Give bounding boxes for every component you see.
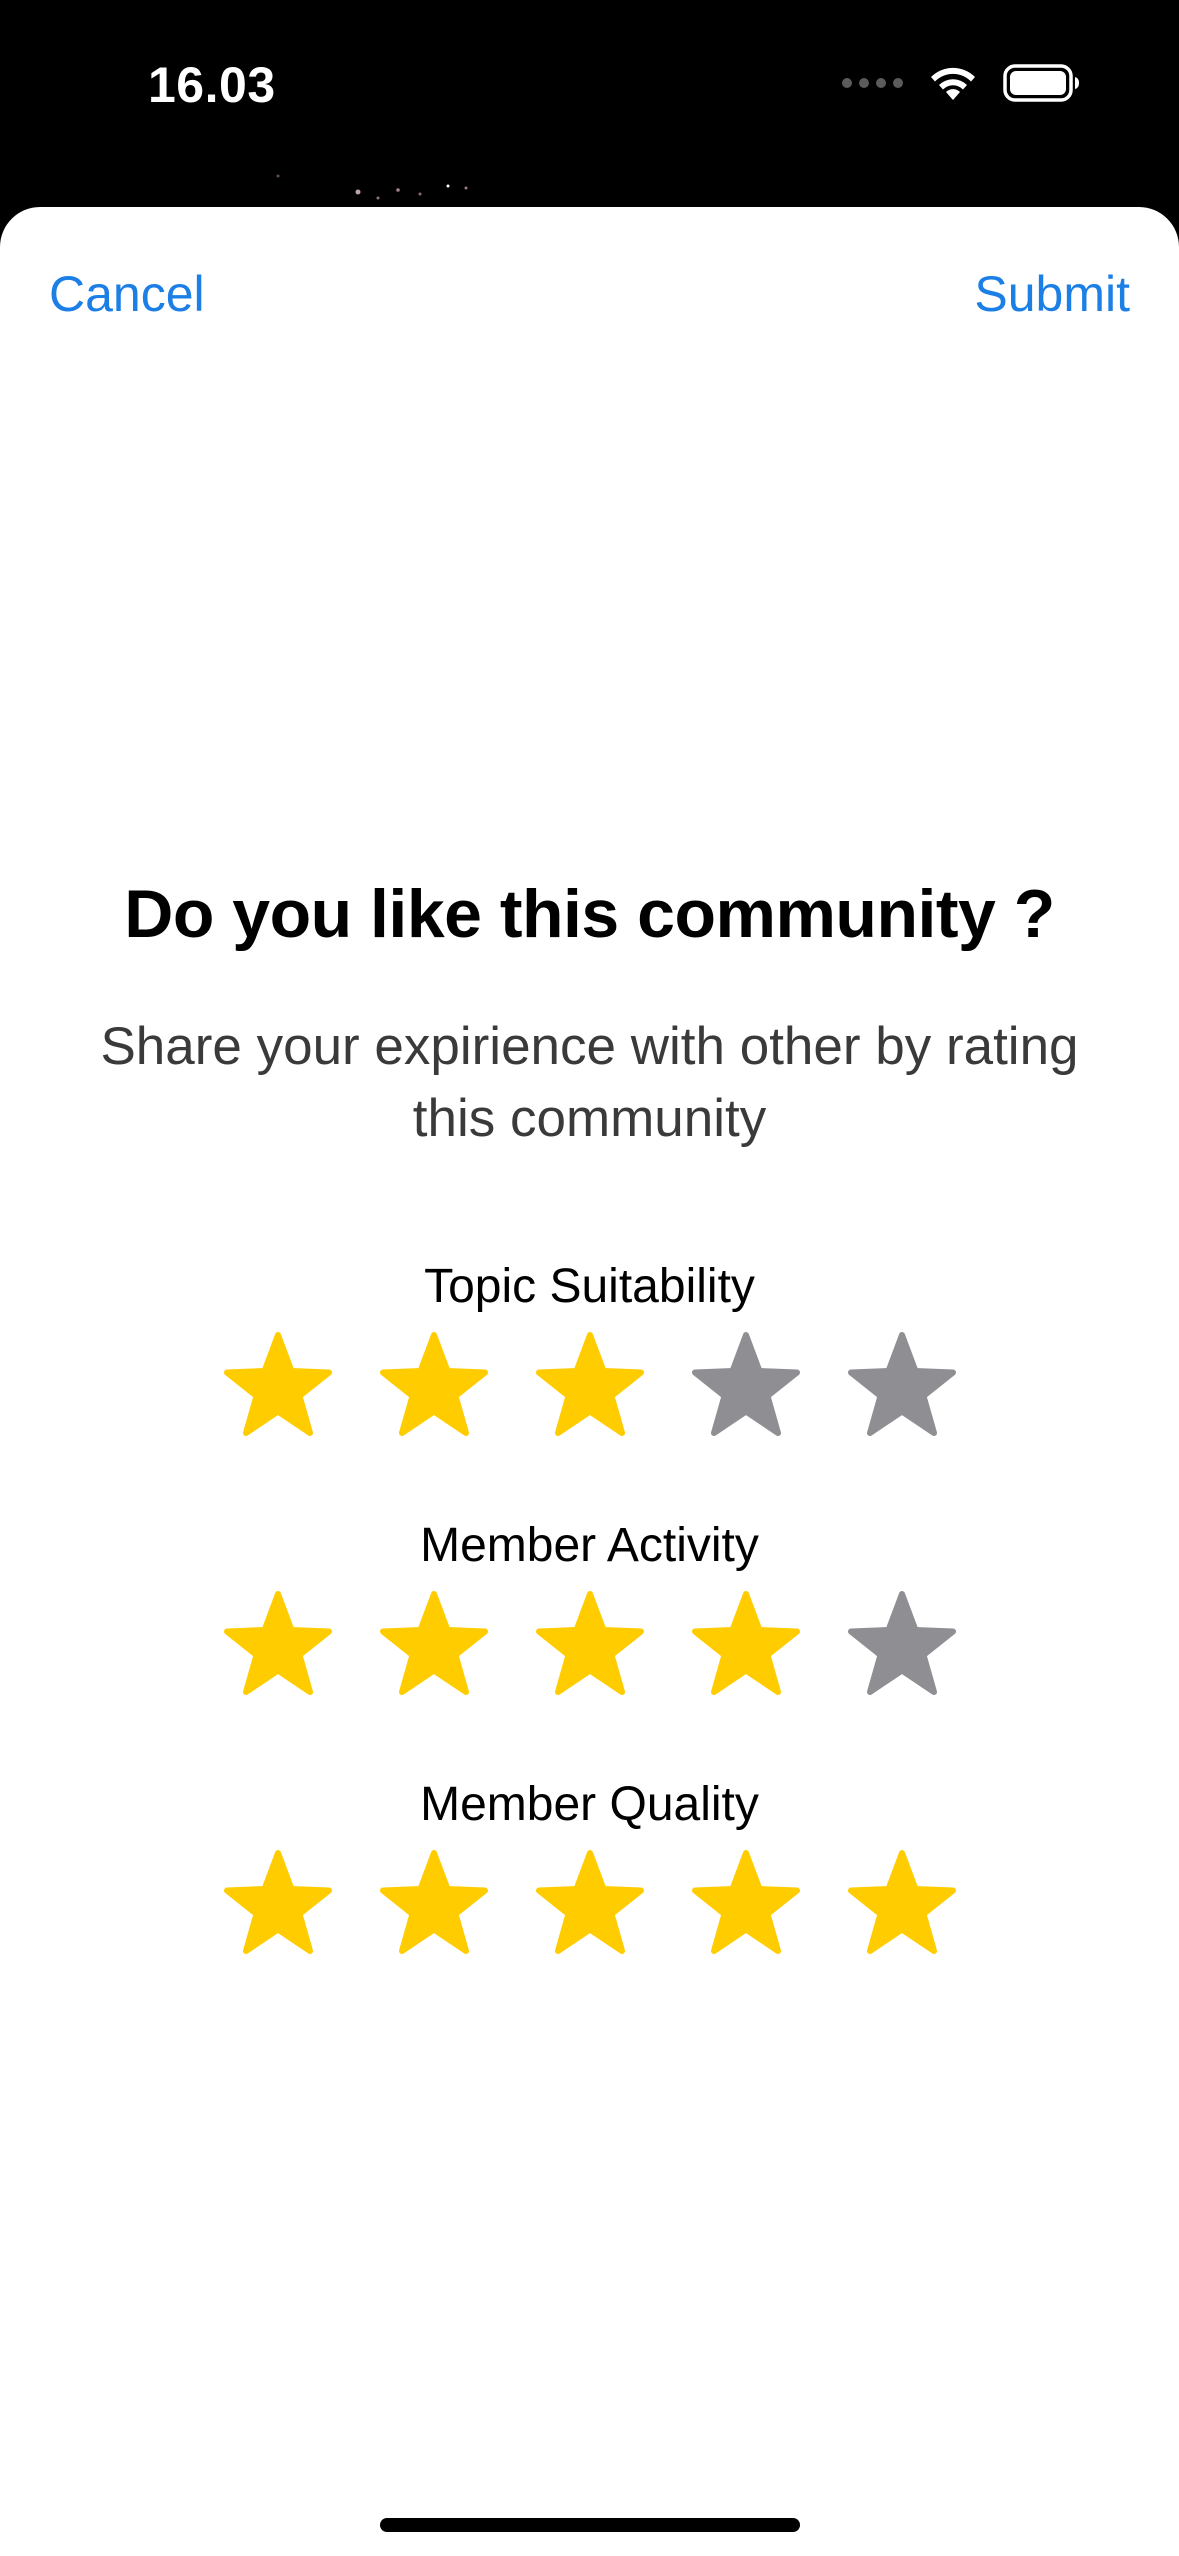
star-rating-control <box>0 1590 1179 1700</box>
star-icon-filled[interactable] <box>845 1849 959 1959</box>
star-icon-filled[interactable] <box>533 1331 647 1441</box>
page-subtitle: Share your expirience with other by rati… <box>100 1017 1079 1148</box>
star-icon-empty[interactable] <box>689 1331 803 1441</box>
rating-member-activity: Member Activity <box>0 1516 1179 1700</box>
star-icon-filled[interactable] <box>689 1849 803 1959</box>
background-sparkles <box>276 174 468 200</box>
star-rating-control <box>0 1331 1179 1441</box>
page-title: Do you like this community ? <box>124 876 1055 952</box>
rating-label: Member Activity <box>420 1519 759 1572</box>
rating-sheet: Cancel Submit Do you like this community… <box>0 207 1179 2556</box>
cellular-signal-icon <box>842 78 903 88</box>
battery-icon <box>1003 64 1081 102</box>
star-rating-control <box>0 1849 1179 1959</box>
star-icon-empty[interactable] <box>845 1590 959 1700</box>
star-icon-filled[interactable] <box>221 1331 335 1441</box>
star-icon-filled[interactable] <box>377 1590 491 1700</box>
rating-label: Member Quality <box>420 1778 759 1831</box>
status-time: 16.03 <box>148 57 276 113</box>
screen: 16.03 Cancel Submit Do you like this com… <box>0 0 1179 2556</box>
rating-label: Topic Suitability <box>424 1260 755 1313</box>
star-icon-filled[interactable] <box>221 1849 335 1959</box>
star-icon-filled[interactable] <box>221 1590 335 1700</box>
star-icon-filled[interactable] <box>377 1849 491 1959</box>
cancel-button[interactable]: Cancel <box>49 265 205 323</box>
star-icon-filled[interactable] <box>377 1331 491 1441</box>
star-icon-filled[interactable] <box>533 1849 647 1959</box>
home-indicator <box>380 2518 800 2532</box>
star-icon-filled[interactable] <box>689 1590 803 1700</box>
wifi-icon <box>927 64 979 102</box>
submit-button[interactable]: Submit <box>974 265 1130 323</box>
status-icons <box>842 64 1081 102</box>
star-icon-empty[interactable] <box>845 1331 959 1441</box>
star-icon-filled[interactable] <box>533 1590 647 1700</box>
rating-topic-suitability: Topic Suitability <box>0 1257 1179 1441</box>
rating-member-quality: Member Quality <box>0 1775 1179 1959</box>
